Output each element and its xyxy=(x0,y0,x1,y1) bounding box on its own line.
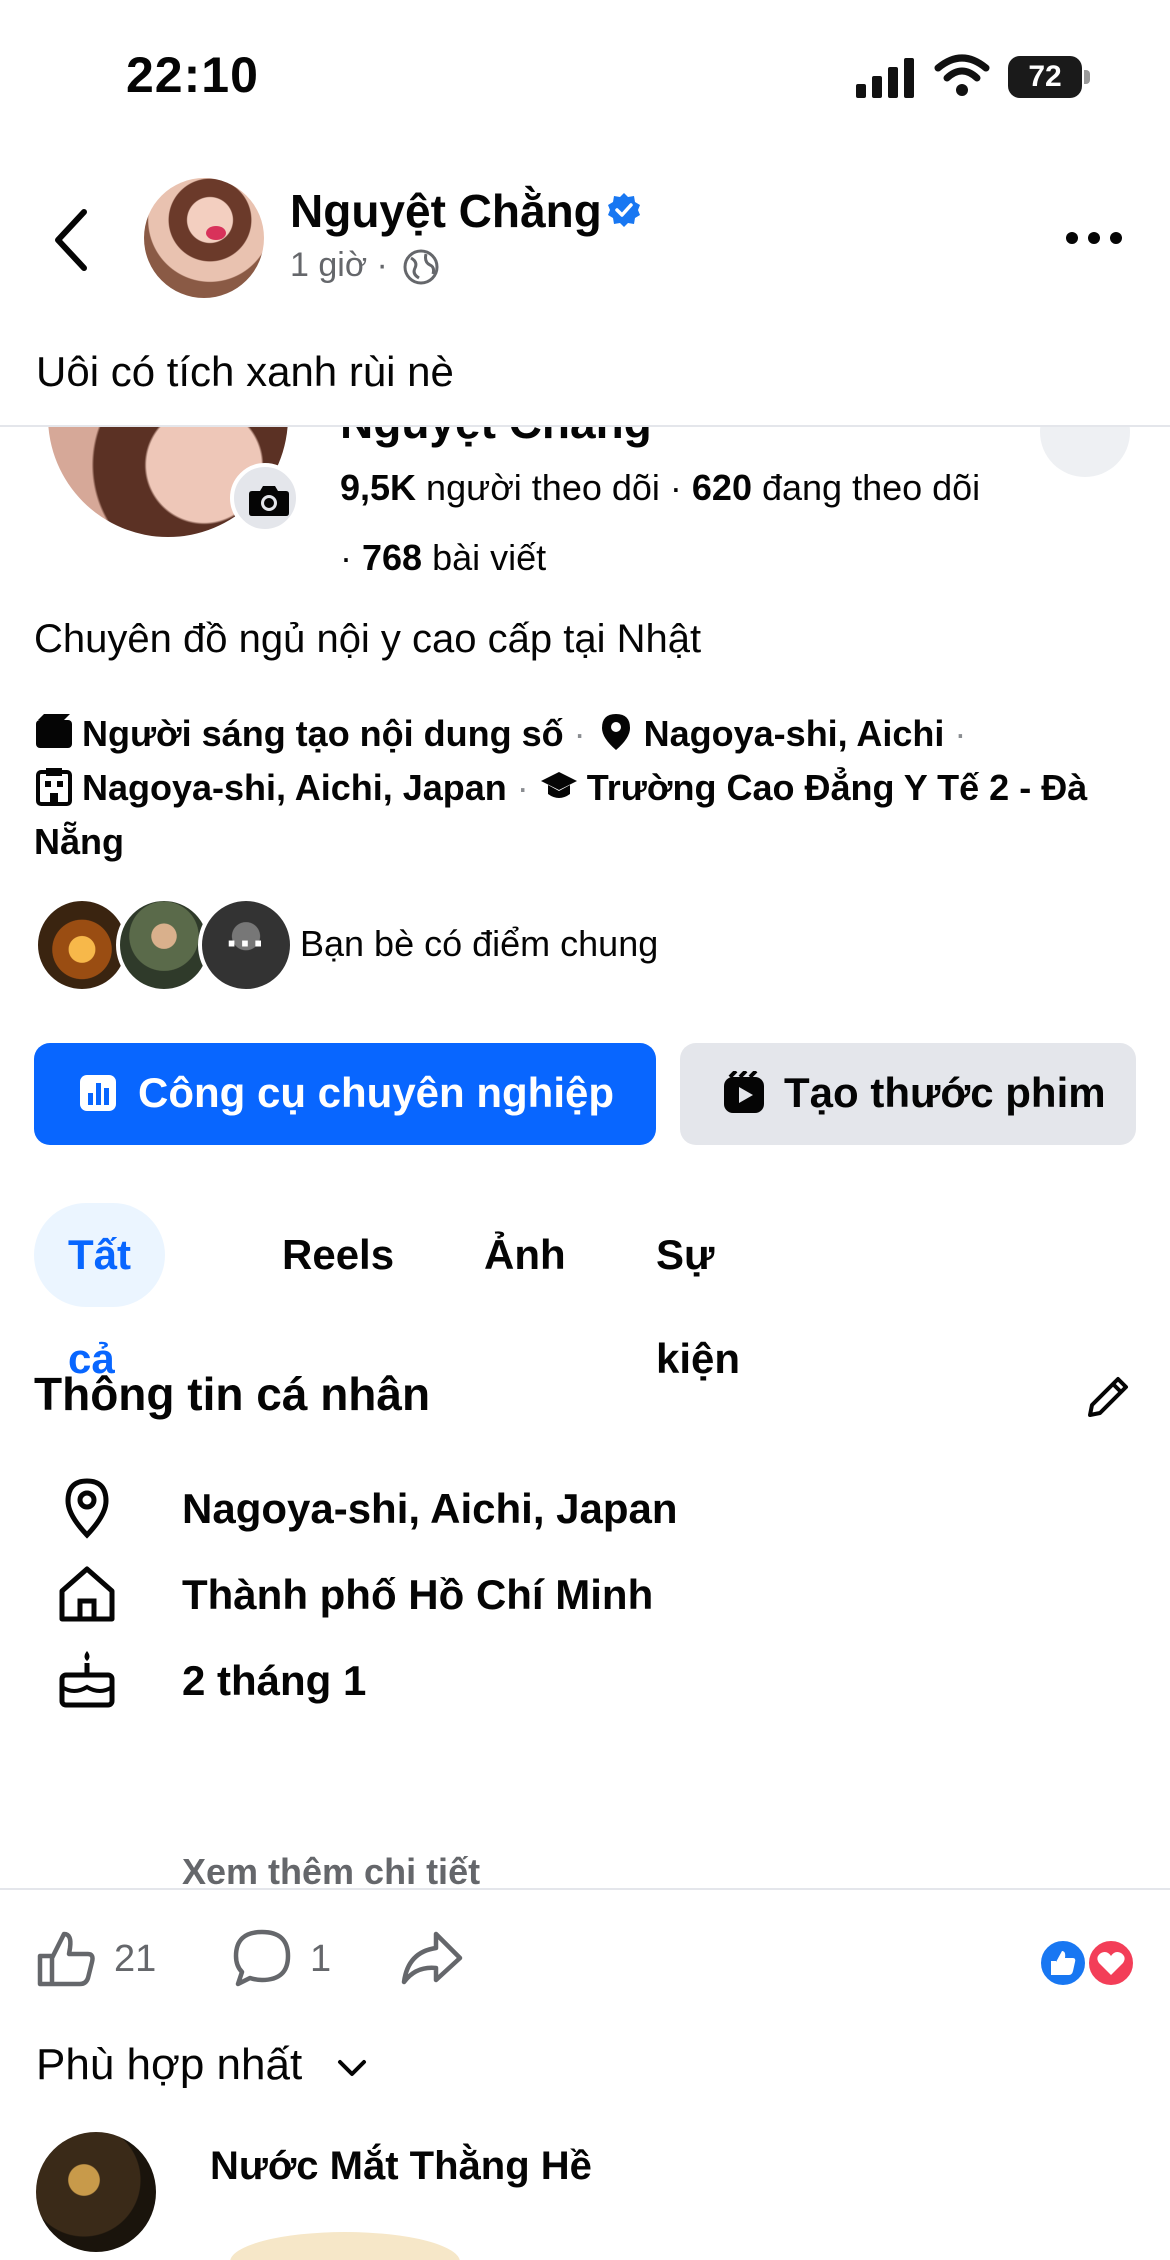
more-friends-icon: ··· xyxy=(198,897,294,993)
follower-stats: 9,5K người theo dõi · 620 đang theo dõi xyxy=(340,467,980,509)
location-pin-icon xyxy=(601,714,630,750)
separator: · xyxy=(954,713,967,754)
author-avatar[interactable] xyxy=(144,178,264,298)
followers-label: người theo dõi · xyxy=(416,467,692,508)
post-header: Nguyệt Chằng 1 giờ · xyxy=(0,160,1170,310)
create-reel-button[interactable]: Tạo thước phim xyxy=(680,1043,1136,1145)
post-stats: · 768 bài viết xyxy=(340,537,546,579)
comment-sort-label: Phù hợp nhất xyxy=(36,2040,303,2089)
thumbs-up-icon xyxy=(37,1931,95,1987)
share-button[interactable] xyxy=(400,1926,470,1996)
reel-icon xyxy=(724,1071,764,1113)
comment-icon xyxy=(233,1929,291,1987)
chevron-down-icon xyxy=(338,2060,366,2076)
create-reel-label: Tạo thước phim xyxy=(784,1069,1106,1116)
profile-bio: Chuyên đồ ngủ nội y cao cấp tại Nhật xyxy=(34,617,702,661)
camera-icon xyxy=(249,486,289,516)
separator: · xyxy=(516,767,529,808)
following-label: đang theo dõi xyxy=(751,467,981,508)
status-bar: 22:10 72 xyxy=(0,0,1170,150)
commenter-avatar[interactable] xyxy=(36,2132,156,2252)
personal-info-title: Thông tin cá nhân xyxy=(34,1368,431,1420)
post-stats-prefix: · xyxy=(340,537,362,578)
creator-category: Người sáng tạo nội dung số xyxy=(82,713,564,754)
comment-image-preview xyxy=(230,2232,460,2260)
like-reaction-icon[interactable] xyxy=(1038,1938,1088,1988)
commenter-name[interactable]: Nước Mắt Thằng Hề xyxy=(210,2144,592,2189)
location-pin-icon xyxy=(65,1478,109,1539)
verified-badge-icon xyxy=(608,193,640,227)
battery-level: 72 xyxy=(1028,60,1062,93)
post-actions: 21 1 xyxy=(0,1920,1170,2000)
wifi-icon xyxy=(934,54,990,96)
see-more-details-link[interactable]: Xem thêm chi tiết xyxy=(182,1851,480,1888)
profile-edit-badge xyxy=(1040,427,1130,477)
post-timestamp: 1 giờ · xyxy=(290,246,388,284)
posts-count: 768 xyxy=(362,537,423,578)
tab-all[interactable]: Tất cả xyxy=(34,1203,165,1382)
clapperboard-icon xyxy=(36,714,72,748)
separator: · xyxy=(573,713,586,754)
share-icon xyxy=(401,1931,463,1985)
mutual-friends-label: Bạn bè có điểm chung xyxy=(300,923,659,964)
like-button[interactable]: 21 xyxy=(34,1926,164,1996)
info-row-location: Nagoya-shi, Aichi, Japan xyxy=(0,1467,1170,1547)
status-time: 22:10 xyxy=(126,47,259,103)
birthday-cake-icon xyxy=(59,1651,115,1708)
pencil-icon[interactable] xyxy=(1082,1371,1134,1423)
comment-sort-dropdown[interactable]: Phù hợp nhất xyxy=(36,2040,366,2090)
tab-events[interactable]: Sự kiện xyxy=(656,1203,740,1382)
post-caption: Uôi có tích xanh rùi nè xyxy=(36,348,454,395)
building-icon xyxy=(36,768,72,806)
chart-bar-icon xyxy=(80,1075,116,1111)
info-location-text: Nagoya-shi, Aichi, Japan xyxy=(182,1485,678,1532)
professional-tools-button[interactable]: Công cụ chuyên nghiệp xyxy=(34,1043,656,1145)
battery-icon: 72 xyxy=(1008,56,1090,98)
cellular-signal-icon xyxy=(856,58,914,98)
tab-reels[interactable]: Reels xyxy=(282,1203,394,1307)
city: Nagoya-shi, Aichi, Japan xyxy=(82,767,507,808)
author-name[interactable]: Nguyệt Chằng xyxy=(290,184,602,238)
comment-count: 1 xyxy=(310,1938,332,1980)
camera-button xyxy=(230,463,300,533)
professional-tools-label: Công cụ chuyên nghiệp xyxy=(138,1069,615,1116)
more-options-icon[interactable] xyxy=(1066,226,1126,250)
posts-label: bài viết xyxy=(422,537,547,578)
love-reaction-icon[interactable] xyxy=(1086,1938,1136,1988)
comment-button[interactable]: 1 xyxy=(230,1926,340,1996)
info-row-birthday: 2 tháng 1 xyxy=(0,1639,1170,1719)
following-count: 620 xyxy=(691,467,752,508)
tab-photos[interactable]: Ảnh xyxy=(484,1203,566,1307)
home-icon xyxy=(59,1566,115,1622)
followers-count: 9,5K xyxy=(340,467,417,508)
profile-name-cropped: Nguyệt Chằng xyxy=(340,427,652,449)
profile-details: Người sáng tạo nội dung số · Nagoya-shi, A… xyxy=(34,707,1134,869)
info-row-hometown: Thành phố Hồ Chí Minh xyxy=(0,1553,1170,1633)
info-birthday-text: 2 tháng 1 xyxy=(182,1657,367,1704)
globe-icon xyxy=(403,249,439,285)
back-arrow-icon[interactable] xyxy=(44,200,104,280)
graduation-cap-icon xyxy=(540,772,577,798)
location: Nagoya-shi, Aichi xyxy=(643,713,945,754)
post-image-profile-screenshot[interactable]: Nguyệt Chằng 9,5K người theo dõi · 620 đ… xyxy=(0,425,1170,1890)
info-hometown-text: Thành phố Hồ Chí Minh xyxy=(182,1571,654,1618)
like-count: 21 xyxy=(114,1938,157,1980)
